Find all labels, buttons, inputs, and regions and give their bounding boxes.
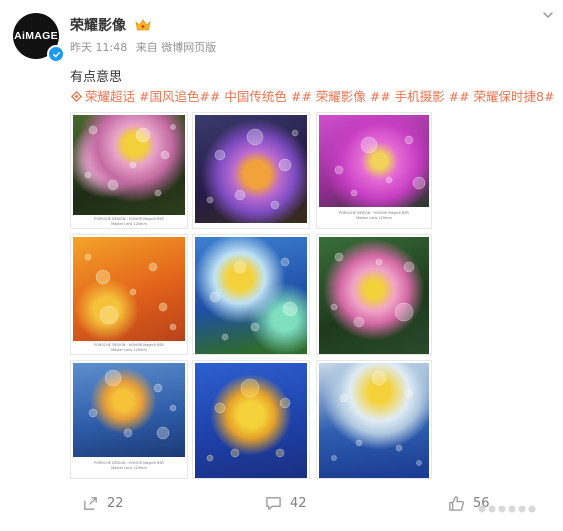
username[interactable]: 荣耀影像 bbox=[70, 18, 126, 34]
tags-text[interactable]: 荣耀超话 #国风追色## 中国传统色 ## 荣耀影像 ## 手机摄影 ## 荣耀… bbox=[85, 89, 554, 104]
photo-7[interactable]: PORSCHE DESIGN · HONOR Magic6 RSR Master… bbox=[70, 360, 188, 479]
photo-grid: PORSCHE DESIGN · HONOR Magic6 RSR Master… bbox=[70, 112, 432, 479]
photo-4[interactable]: PORSCHE DESIGN · HONOR Magic6 RSR Master… bbox=[70, 234, 188, 355]
comment-button[interactable]: 42 bbox=[265, 488, 307, 518]
post-source: 来自 微博网页版 bbox=[135, 41, 217, 54]
verified-badge-icon bbox=[47, 45, 65, 63]
comment-count: 42 bbox=[290, 495, 307, 511]
post-meta: 昨天 11:48 来自 微博网页版 bbox=[70, 39, 221, 55]
photo-subcaption: Master Lens 120mm bbox=[111, 222, 147, 226]
photo-caption: PORSCHE DESIGN · HONOR Magic6 RSR bbox=[94, 217, 164, 221]
username-row: 荣耀影像 bbox=[70, 15, 151, 35]
photo-subcaption: Master Lens 120mm bbox=[111, 348, 147, 352]
avatar-text: AiMAGE bbox=[14, 30, 58, 42]
comment-icon bbox=[266, 496, 281, 510]
photo-caption: PORSCHE DESIGN · HONOR Magic6 RSR bbox=[94, 461, 164, 465]
weibo-post-card: AiMAGE 荣耀影像 昨天 11:48 来自 微博网页版 有点意思 荣耀超话 … bbox=[0, 0, 563, 531]
chevron-down-icon[interactable] bbox=[541, 8, 555, 22]
photo-2[interactable] bbox=[192, 112, 310, 229]
post-text: 有点意思 bbox=[70, 70, 123, 85]
photo-8[interactable] bbox=[192, 360, 310, 479]
photo-1[interactable]: PORSCHE DESIGN · HONOR Magic6 RSR Master… bbox=[70, 112, 188, 229]
crown-icon bbox=[135, 19, 151, 31]
post-tags[interactable]: 荣耀超话 #国风追色## 中国传统色 ## 荣耀影像 ## 手机摄影 ## 荣耀… bbox=[70, 86, 554, 105]
supertopic-icon bbox=[70, 90, 83, 103]
post-time[interactable]: 昨天 11:48 bbox=[70, 41, 127, 54]
photo-3[interactable]: PORSCHE DESIGN · HONOR Magic6 RSR Master… bbox=[316, 112, 432, 229]
repost-button[interactable]: 22 bbox=[82, 488, 124, 518]
photo-subcaption: Master Lens 120mm bbox=[356, 216, 392, 220]
like-button[interactable]: 56 bbox=[448, 488, 490, 518]
blurred-dots-overlay bbox=[478, 505, 536, 513]
thumbs-up-icon bbox=[449, 495, 464, 511]
photo-caption: PORSCHE DESIGN · HONOR Magic6 RSR bbox=[339, 211, 409, 215]
repost-icon bbox=[84, 496, 97, 510]
photo-caption: PORSCHE DESIGN · HONOR Magic6 RSR bbox=[94, 343, 164, 347]
action-bar: 22 42 56 bbox=[0, 488, 563, 518]
photo-9[interactable] bbox=[316, 360, 432, 479]
photo-6[interactable] bbox=[316, 234, 432, 355]
repost-count: 22 bbox=[107, 495, 124, 511]
photo-subcaption: Master Lens 120mm bbox=[111, 466, 147, 470]
photo-5[interactable] bbox=[192, 234, 310, 355]
